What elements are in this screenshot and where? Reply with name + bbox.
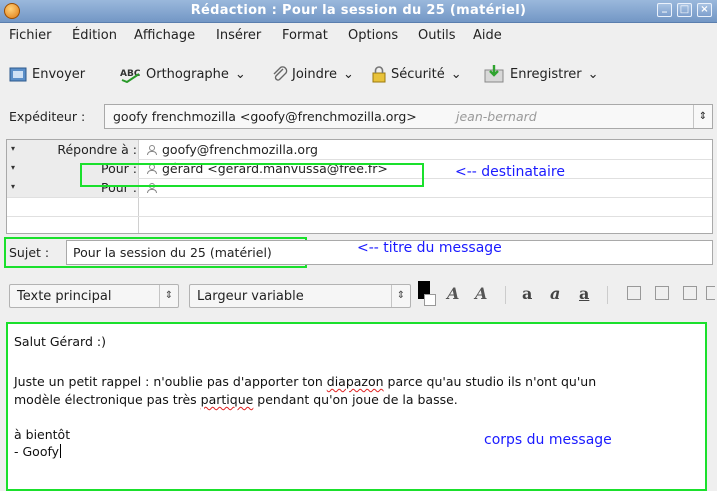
paperclip-icon <box>273 66 288 81</box>
sender-identity-hint: jean-bernard <box>456 109 537 124</box>
font-select[interactable]: Largeur variable ⇕ <box>189 284 411 308</box>
font-spinner-icon: ⇕ <box>391 285 410 307</box>
spelling-label: Orthographe <box>146 66 229 82</box>
sender-label: Expéditeur : <box>9 109 86 124</box>
toolbar-separator <box>607 286 608 304</box>
body-line: modèle électronique pas très partique pe… <box>14 392 458 407</box>
menu-bar: Fichier Édition Affichage Insérer Format… <box>0 24 717 46</box>
menu-outils[interactable]: Outils <box>418 28 456 43</box>
close-button[interactable]: × <box>697 3 712 17</box>
maximize-icon: □ <box>679 4 690 15</box>
close-icon: × <box>700 4 709 15</box>
menu-fichier[interactable]: Fichier <box>9 28 52 43</box>
send-button[interactable]: Envoyer <box>9 63 85 85</box>
security-button[interactable]: Sécurité ⌄ <box>370 63 462 85</box>
title-bar[interactable]: Rédaction : Pour la session du 25 (matér… <box>0 0 717 23</box>
maximize-button[interactable]: □ <box>677 3 692 17</box>
numbered-list-icon[interactable] <box>655 286 669 300</box>
menu-options[interactable]: Options <box>348 28 398 43</box>
recipient-type-dropdown-icon[interactable]: ▾ <box>7 140 19 159</box>
menu-aide[interactable]: Aide <box>473 28 502 43</box>
chevron-down-icon: ⌄ <box>342 66 354 82</box>
bullet-list-icon[interactable] <box>627 286 641 300</box>
body-closing: à bientôt <box>14 427 71 442</box>
underline-icon[interactable]: a <box>579 284 589 306</box>
misspelled-word[interactable]: diapazon <box>327 374 384 389</box>
menu-affichage[interactable]: Affichage <box>134 28 195 43</box>
menu-edition[interactable]: Édition <box>72 28 117 43</box>
save-button[interactable]: Enregistrer ⌄ <box>483 63 599 85</box>
font-value: Largeur variable <box>197 289 304 304</box>
subject-annotation: <-- titre du message <box>357 240 502 256</box>
minimize-button[interactable]: _ <box>657 2 672 17</box>
text-cursor <box>60 444 62 458</box>
minimize-icon: _ <box>662 2 667 13</box>
spellcheck-icon: ABC <box>120 69 141 83</box>
sender-spinner-icon[interactable]: ⇕ <box>693 105 712 128</box>
increase-font-icon[interactable]: A <box>475 284 487 306</box>
menu-format[interactable]: Format <box>282 28 328 43</box>
background-color-icon[interactable] <box>424 294 436 306</box>
save-icon <box>484 65 504 83</box>
italic-icon[interactable]: a <box>550 284 560 306</box>
security-label: Sécurité <box>391 66 445 82</box>
body-annotation: corps du message <box>484 432 612 448</box>
save-label: Enregistrer <box>510 66 582 82</box>
misspelled-word[interactable]: partique <box>201 392 254 407</box>
spelling-button[interactable]: ABC Orthographe ⌄ <box>119 63 246 85</box>
attach-label: Joindre <box>292 66 337 82</box>
message-body-editor[interactable]: Salut Gérard :) Juste un petit rappel : … <box>6 322 707 491</box>
paragraph-style-select[interactable]: Texte principal ⇕ <box>9 284 179 308</box>
send-label: Envoyer <box>32 66 86 82</box>
recipient-type-dropdown-icon[interactable]: ▾ <box>7 178 19 197</box>
recipient-highlight-box <box>80 163 424 187</box>
send-icon <box>9 67 27 82</box>
subject-label: Sujet : <box>9 245 50 260</box>
sender-value: goofy frenchmozilla <goofy@frenchmozilla… <box>113 109 417 124</box>
indent-icon[interactable] <box>706 286 715 300</box>
person-icon <box>147 145 157 155</box>
chevron-down-icon: ⌄ <box>234 66 246 82</box>
toolbar-separator <box>505 286 506 304</box>
recipient-row[interactable]: ▾ Répondre à : goofy@frenchmozilla.org <box>7 140 712 159</box>
window-title: Rédaction : Pour la session du 25 (matér… <box>190 3 527 18</box>
body-signature: - Goofy <box>14 444 62 459</box>
attach-button[interactable]: Joindre ⌄ <box>271 63 354 85</box>
chevron-down-icon: ⌄ <box>450 66 462 82</box>
menu-inserer[interactable]: Insérer <box>216 28 261 43</box>
recipient-type-dropdown-icon[interactable]: ▾ <box>7 159 19 178</box>
recipient-annotation: <-- destinataire <box>455 164 565 180</box>
chevron-down-icon: ⌄ <box>587 66 599 82</box>
recipient-type-label[interactable]: Répondre à : <box>57 142 137 157</box>
sender-select[interactable]: goofy frenchmozilla <goofy@frenchmozilla… <box>104 104 713 129</box>
decrease-font-icon[interactable]: A <box>447 284 459 306</box>
body-greeting: Salut Gérard :) <box>14 334 106 349</box>
outdent-icon[interactable] <box>683 286 697 300</box>
recipient-address[interactable]: goofy@frenchmozilla.org <box>147 142 318 157</box>
paragraph-style-value: Texte principal <box>17 289 112 304</box>
lock-icon <box>372 66 386 83</box>
bold-icon[interactable]: a <box>522 284 532 306</box>
subject-value: Pour la session du 25 (matériel) <box>73 245 272 260</box>
body-line: Juste un petit rappel : n'oublie pas d'a… <box>14 374 597 389</box>
paragraph-style-spinner-icon: ⇕ <box>159 285 178 307</box>
